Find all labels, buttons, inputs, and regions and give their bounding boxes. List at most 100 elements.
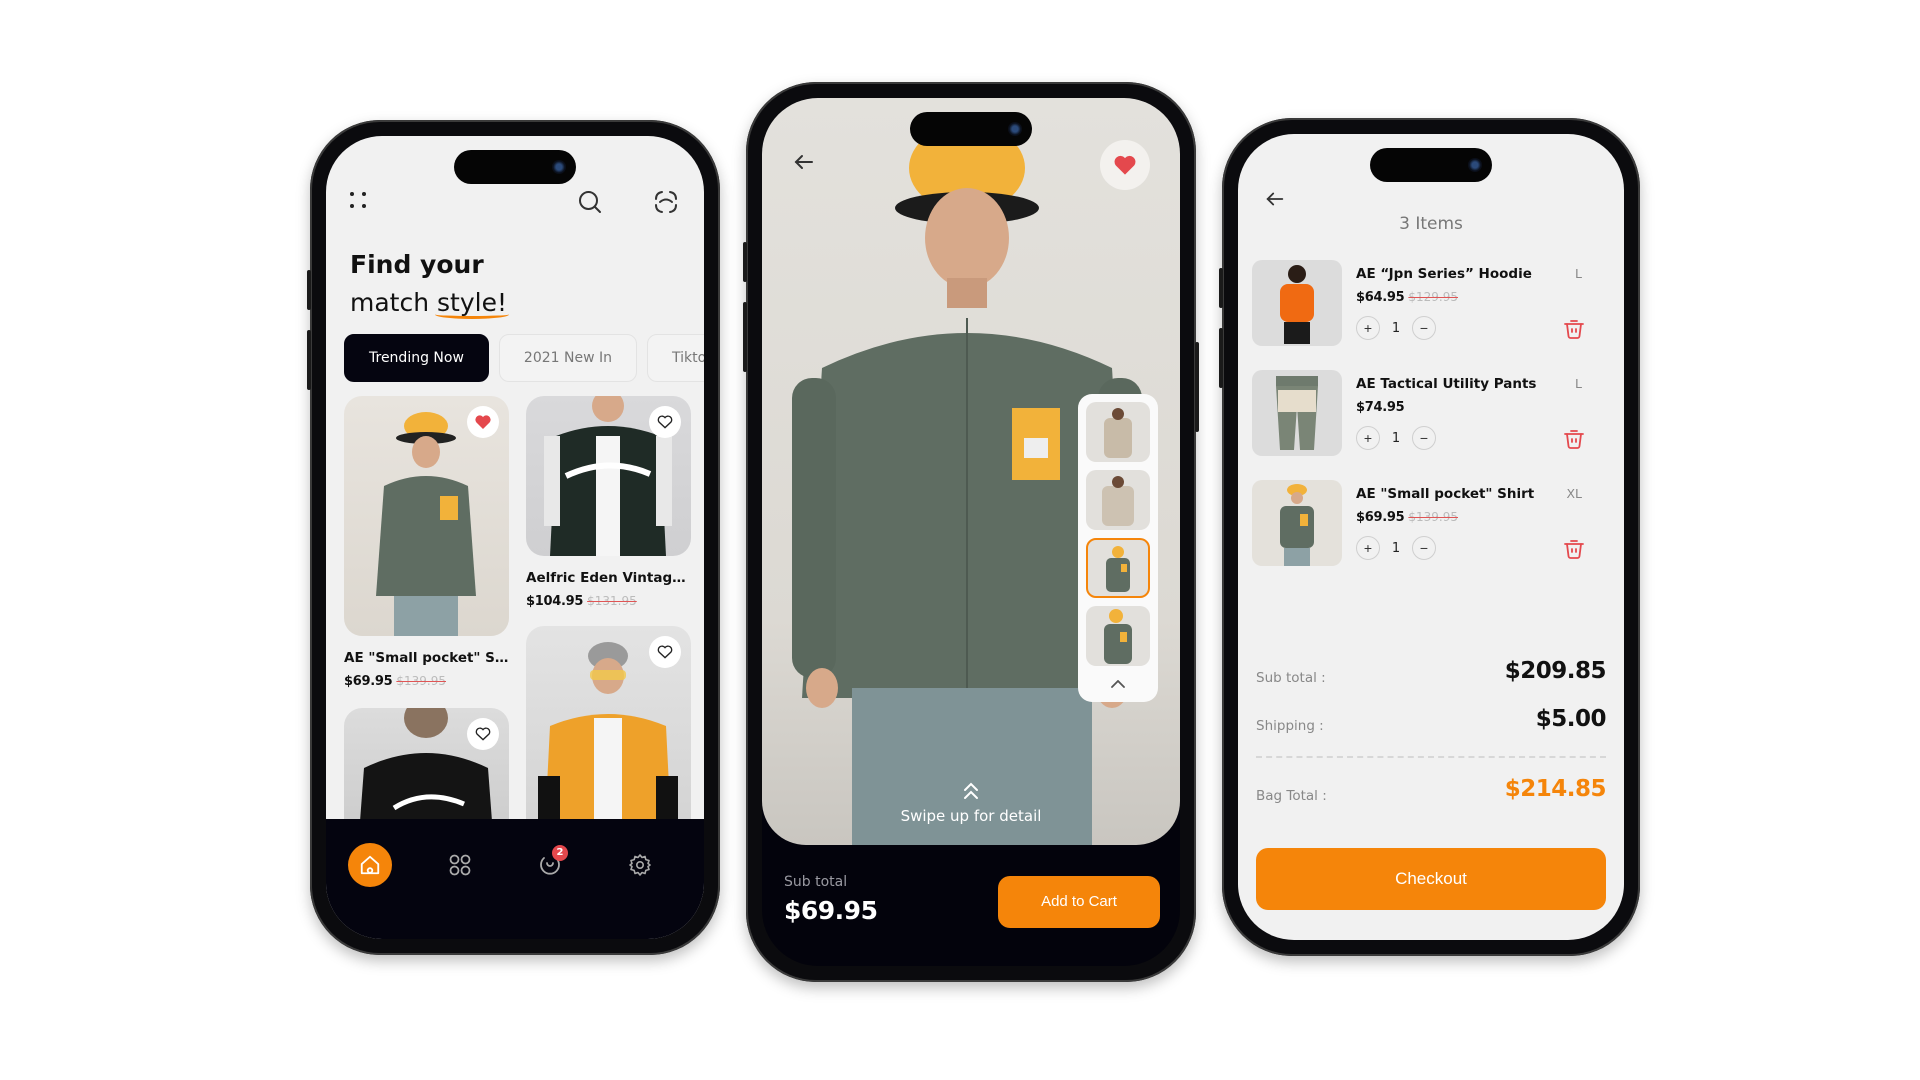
phone-home-screen: Find your match style! Trending Now 2021 … bbox=[307, 120, 720, 955]
thumbnail[interactable] bbox=[1086, 470, 1150, 530]
back-arrow-icon[interactable] bbox=[1264, 188, 1286, 210]
headline-prefix: match bbox=[350, 288, 438, 317]
phone-side-button bbox=[1219, 268, 1223, 308]
increase-quantity-button[interactable]: + bbox=[1356, 316, 1380, 340]
increase-quantity-button[interactable]: + bbox=[1356, 536, 1380, 560]
quantity-stepper: + 1 − bbox=[1356, 316, 1436, 340]
minus-icon: − bbox=[1419, 430, 1429, 446]
detail-bottom-bar: Sub total $69.95 Add to Cart bbox=[762, 846, 1180, 966]
shipping-row: Shipping : $5.00 bbox=[1256, 702, 1607, 750]
cart-item-image bbox=[1252, 370, 1342, 456]
thumbnail[interactable] bbox=[1086, 606, 1150, 666]
tab-categories[interactable] bbox=[438, 843, 482, 887]
phone-cart-screen: 3 Items AE “Jpn Series” Hoodie L $64.95 $… bbox=[1219, 118, 1640, 956]
tab-orders[interactable]: 2 bbox=[528, 843, 572, 887]
plus-icon: + bbox=[1363, 430, 1373, 446]
quantity-value: 1 bbox=[1391, 320, 1401, 336]
decrease-quantity-button[interactable]: − bbox=[1412, 426, 1436, 450]
product-card[interactable] bbox=[526, 626, 691, 846]
heart-outline-icon bbox=[657, 645, 673, 659]
settings-icon bbox=[629, 854, 651, 876]
chip-trending-now[interactable]: Trending Now bbox=[344, 334, 489, 382]
thumbnail-image bbox=[1106, 546, 1130, 592]
cart-item-name: AE Tactical Utility Pants bbox=[1356, 376, 1537, 392]
headline-emphasis: style! bbox=[437, 288, 507, 317]
product-price: $104.95 bbox=[526, 594, 584, 609]
cart-item-price: $64.95 bbox=[1356, 290, 1405, 305]
favorite-button[interactable] bbox=[649, 636, 681, 668]
cart-item-price-row: $64.95 $129.95 bbox=[1356, 290, 1458, 305]
cart-item: AE Tactical Utility Pants L $74.95 + 1 − bbox=[1252, 370, 1606, 480]
product-old-price: $131.95 bbox=[587, 594, 637, 608]
favorite-button[interactable] bbox=[467, 406, 499, 438]
heart-filled-icon bbox=[475, 415, 491, 429]
thumbnail-image bbox=[1104, 609, 1132, 664]
bag-total-row: Bag Total : $214.85 bbox=[1256, 772, 1607, 820]
swipe-up-hint[interactable]: Swipe up for detail bbox=[762, 781, 1180, 825]
scan-icon[interactable] bbox=[652, 188, 680, 216]
phone-side-button bbox=[743, 242, 747, 282]
subtotal-label: Sub total bbox=[784, 874, 848, 890]
product-card[interactable]: AE "Small pocket" Shirt $69.95 $139.95 bbox=[344, 396, 509, 689]
bag-total-value: $214.85 bbox=[1504, 776, 1607, 802]
product-card[interactable]: Aelfric Eden Vintage ... $104.95 $131.95 bbox=[526, 396, 691, 609]
tab-settings[interactable] bbox=[618, 843, 662, 887]
swipe-hint-text: Swipe up for detail bbox=[900, 807, 1042, 825]
cart-item-price-row: $69.95 $139.95 bbox=[1356, 510, 1458, 525]
trash-icon[interactable] bbox=[1562, 316, 1586, 340]
cart-item: AE “Jpn Series” Hoodie L $64.95 $129.95 +… bbox=[1252, 260, 1606, 370]
back-arrow-icon[interactable] bbox=[792, 150, 816, 174]
checkout-button[interactable]: Checkout bbox=[1256, 848, 1606, 910]
product-old-price: $139.95 bbox=[396, 674, 446, 688]
home-top-bar bbox=[350, 188, 680, 218]
subtotal-value: $69.95 bbox=[784, 896, 878, 925]
cart-title: 3 Items bbox=[1399, 214, 1463, 234]
hoodie-illustration bbox=[1280, 265, 1314, 344]
cart-item-image bbox=[1252, 260, 1342, 346]
headline-line-2: match style! bbox=[350, 284, 507, 322]
shirt-illustration bbox=[1280, 484, 1314, 566]
phone-side-button bbox=[307, 270, 311, 310]
cart-item-name: AE “Jpn Series” Hoodie bbox=[1356, 266, 1532, 282]
chip-2021-new-in[interactable]: 2021 New In bbox=[498, 334, 637, 382]
heart-filled-icon bbox=[1114, 155, 1136, 175]
search-icon[interactable] bbox=[576, 188, 604, 216]
product-name: AE "Small pocket" Shirt bbox=[344, 650, 509, 666]
cart-screen: 3 Items AE “Jpn Series” Hoodie L $64.95 $… bbox=[1238, 134, 1624, 940]
menu-dots-icon[interactable] bbox=[350, 192, 368, 210]
add-to-cart-button[interactable]: Add to Cart bbox=[998, 876, 1160, 928]
favorite-button[interactable] bbox=[649, 406, 681, 438]
trash-icon[interactable] bbox=[1562, 536, 1586, 560]
bag-total-label: Bag Total : bbox=[1256, 788, 1327, 804]
decrease-quantity-button[interactable]: − bbox=[1412, 536, 1436, 560]
cart-item-old-price: $139.95 bbox=[1408, 510, 1458, 524]
thumbnail-strip bbox=[1078, 394, 1158, 702]
increase-quantity-button[interactable]: + bbox=[1356, 426, 1380, 450]
pants-illustration bbox=[1276, 376, 1318, 450]
product-image bbox=[526, 626, 691, 846]
favorite-button[interactable] bbox=[467, 718, 499, 750]
detail-screen: Swipe up for detail Sub total $69.95 Add… bbox=[762, 98, 1180, 966]
home-icon bbox=[360, 855, 380, 875]
bottom-tab-bar: 2 bbox=[326, 819, 704, 939]
phone-product-detail-screen: Swipe up for detail Sub total $69.95 Add… bbox=[743, 82, 1199, 982]
favorite-button[interactable] bbox=[1100, 140, 1150, 190]
subtotal-row: Sub total : $209.85 bbox=[1256, 654, 1607, 702]
decrease-quantity-button[interactable]: − bbox=[1412, 316, 1436, 340]
cart-item-list: AE “Jpn Series” Hoodie L $64.95 $129.95 +… bbox=[1252, 260, 1606, 590]
heart-outline-icon bbox=[475, 727, 491, 741]
minus-icon: − bbox=[1419, 540, 1429, 556]
phone-side-button bbox=[1219, 328, 1223, 388]
thumbnail-selected[interactable] bbox=[1086, 538, 1150, 598]
shipping-value: $5.00 bbox=[1535, 706, 1607, 732]
dynamic-island bbox=[454, 150, 576, 184]
tab-home[interactable] bbox=[348, 843, 392, 887]
collapse-thumbnails-button[interactable] bbox=[1086, 674, 1150, 694]
thumbnail-image bbox=[1104, 408, 1132, 458]
thumbnail[interactable] bbox=[1086, 402, 1150, 462]
minus-icon: − bbox=[1419, 320, 1429, 336]
cart-item-price: $69.95 bbox=[1356, 510, 1405, 525]
chip-tiktok[interactable]: Tiktok bbox=[646, 334, 704, 382]
trash-icon[interactable] bbox=[1562, 426, 1586, 450]
quantity-stepper: + 1 − bbox=[1356, 536, 1436, 560]
